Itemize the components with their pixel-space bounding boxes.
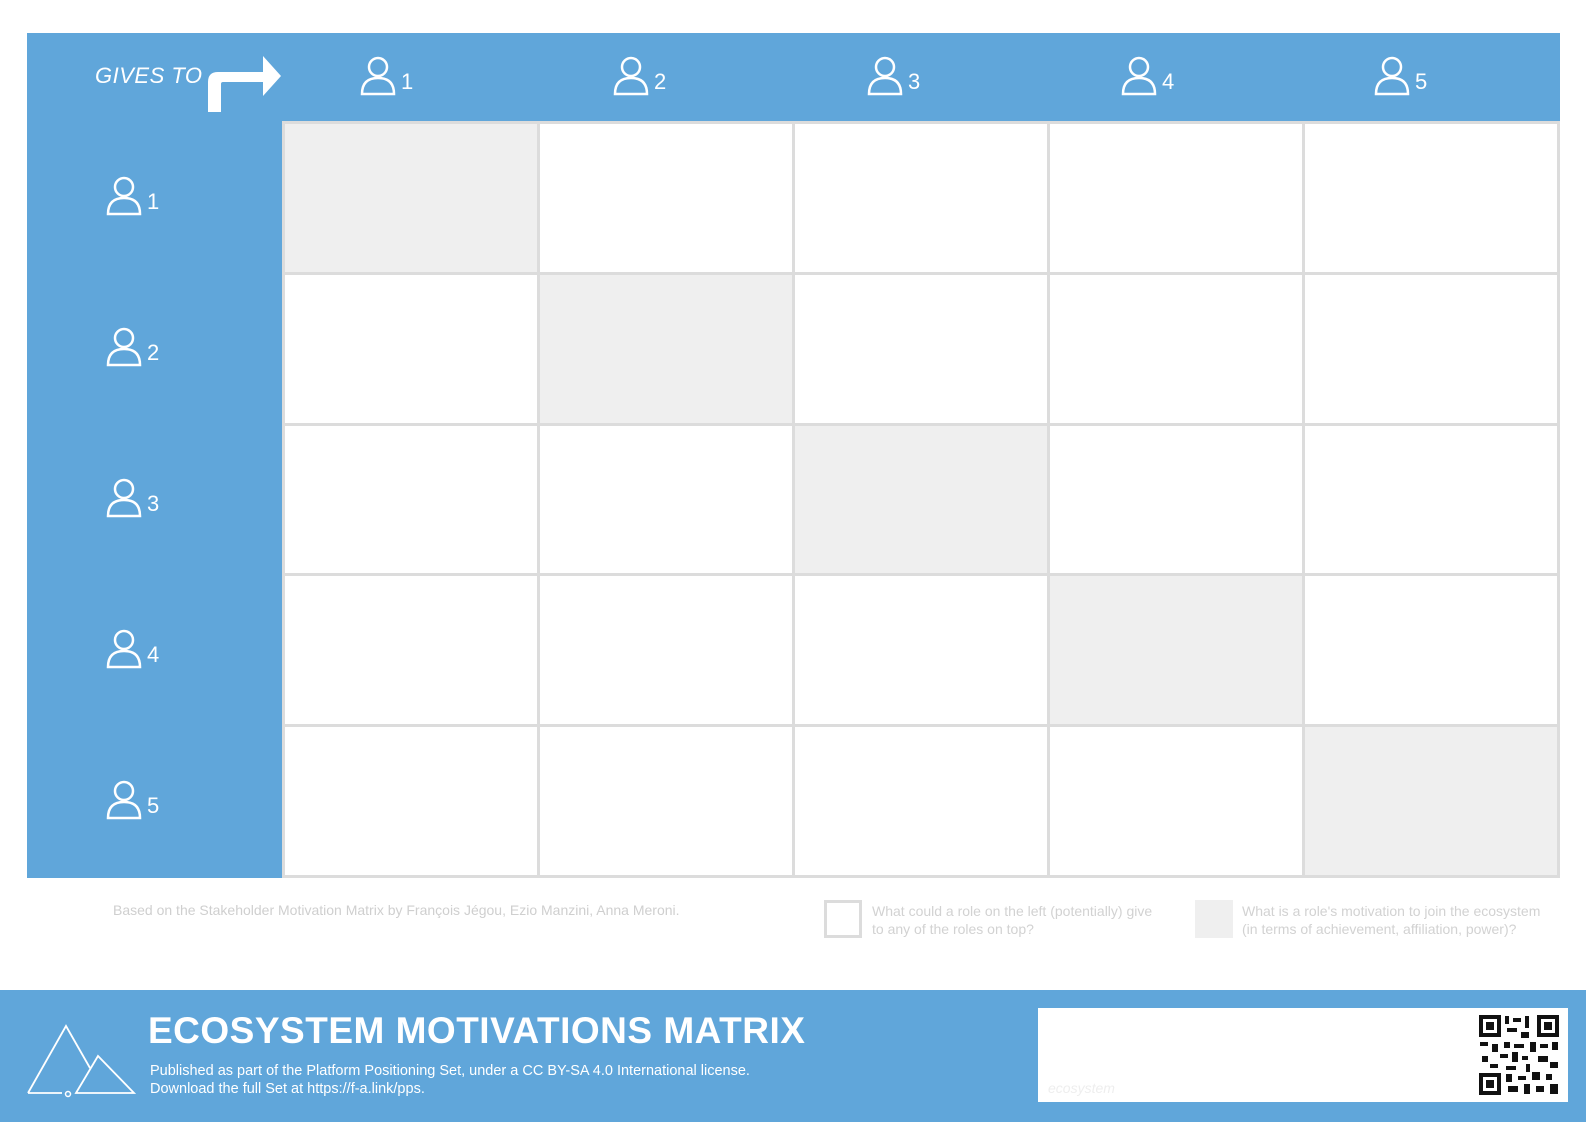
column-number: 1 (401, 69, 414, 94)
gives-to-label: GIVES TO (95, 63, 203, 88)
matrix-cell-4-3[interactable] (792, 573, 1047, 725)
matrix-cell-2-3[interactable] (792, 271, 1047, 423)
matrix-cell-2-4[interactable] (1047, 271, 1302, 423)
person-icon (106, 327, 142, 367)
row-header-2: 2 (106, 326, 159, 368)
footer-subtitle: Published as part of the Platform Positi… (150, 1062, 750, 1098)
footer-download-line: Download the full Set at https://f-a.lin… (150, 1081, 425, 1097)
column-number: 5 (1415, 69, 1428, 94)
person-icon (613, 56, 649, 96)
legend-grey-text: What is a role's motivation to join the … (1242, 902, 1540, 938)
column-header-4: 4 (1121, 55, 1174, 97)
matrix-cell-1-4[interactable] (1047, 121, 1302, 272)
column-header-1: 1 (360, 55, 413, 97)
matrix-cell-3-2[interactable] (537, 422, 792, 574)
column-number: 4 (1162, 69, 1175, 94)
legend-swatch-white (824, 900, 862, 938)
matrix-cell-3-5[interactable] (1302, 422, 1557, 574)
matrix-cell-4-5[interactable] (1302, 573, 1557, 725)
column-number: 3 (908, 69, 921, 94)
matrix-cell-5-5[interactable] (1302, 724, 1557, 875)
legend-white-text: What could a role on the left (potential… (872, 902, 1152, 938)
matrix-cell-4-4[interactable] (1047, 573, 1302, 725)
column-header-2: 2 (613, 55, 666, 97)
matrix-cell-3-1[interactable] (282, 422, 537, 574)
row-header-3: 3 (106, 477, 159, 519)
matrix-cell-3-3[interactable] (792, 422, 1047, 574)
legend-swatch-grey (1195, 900, 1233, 938)
turn-right-arrow-icon (208, 56, 281, 112)
person-icon (867, 56, 903, 96)
footer-title: ECOSYSTEM MOTIVATIONS MATRIX (148, 1010, 806, 1051)
person-icon (106, 780, 142, 820)
row-number: 4 (147, 642, 160, 667)
matrix-cell-5-1[interactable] (282, 724, 537, 875)
column-header-3: 3 (867, 55, 920, 97)
column-header-5: 5 (1374, 55, 1427, 97)
matrix-cell-2-2[interactable] (537, 271, 792, 423)
column-number: 2 (654, 69, 667, 94)
person-icon (106, 176, 142, 216)
row-number: 3 (147, 491, 160, 516)
matrix-cell-4-1[interactable] (282, 573, 537, 725)
matrix-cell-2-1[interactable] (282, 271, 537, 423)
matrix-cell-4-2[interactable] (537, 573, 792, 725)
matrix-cell-2-5[interactable] (1302, 271, 1557, 423)
person-icon (1121, 56, 1157, 96)
person-icon (106, 629, 142, 669)
row-number: 5 (147, 793, 160, 818)
credit-text: Based on the Stakeholder Motivation Matr… (113, 902, 680, 918)
person-icon (106, 478, 142, 518)
matrix-cell-1-3[interactable] (792, 121, 1047, 272)
mountain-logo-icon (27, 1024, 137, 1098)
matrix-cell-1-1[interactable] (282, 121, 537, 272)
matrix-cell-5-2[interactable] (537, 724, 792, 875)
matrix-cell-1-2[interactable] (537, 121, 792, 272)
footer-license-line: Published as part of the Platform Positi… (150, 1063, 750, 1079)
legend-grey-line: What is a role's motivation to join the … (1242, 903, 1541, 919)
matrix-cell-5-3[interactable] (792, 724, 1047, 875)
row-number: 1 (147, 189, 160, 214)
matrix-cell-1-5[interactable] (1302, 121, 1557, 272)
legend-white-line: to any of the roles on top? (872, 921, 1034, 937)
row-header-5: 5 (106, 779, 159, 821)
legend-grey-line: (in terms of achievement, affiliation, p… (1242, 921, 1517, 937)
matrix-cell-3-4[interactable] (1047, 422, 1302, 574)
row-number: 2 (147, 340, 160, 365)
row-header-1: 1 (106, 175, 159, 217)
footer-panel-word: ecosystem (1048, 1080, 1115, 1096)
person-icon (360, 56, 396, 96)
qr-code-icon (1478, 1014, 1560, 1096)
legend-white-line: What could a role on the left (potential… (872, 903, 1153, 919)
person-icon (1374, 56, 1410, 96)
matrix-grid (282, 121, 1560, 878)
row-header-4: 4 (106, 628, 159, 670)
matrix-cell-5-4[interactable] (1047, 724, 1302, 875)
